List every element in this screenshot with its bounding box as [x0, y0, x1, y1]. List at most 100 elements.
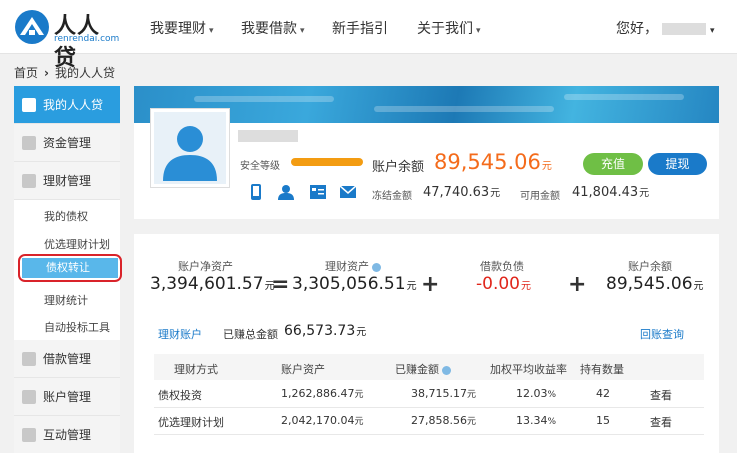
nav-about[interactable]: 关于我们 ▾: [417, 18, 481, 38]
sidebar: 我的人人贷 资金管理 理财管理 我的债权 优选理财计划 债权转让 理财统计 自动…: [14, 86, 122, 453]
finance-assets-label: 理财资产: [325, 258, 381, 274]
column-header: 已赚金额: [395, 361, 451, 377]
person-icon[interactable]: [278, 184, 294, 200]
bar-chart-icon: [22, 174, 36, 188]
chevron-down-icon: ▾: [300, 26, 305, 36]
column-header: 账户资产: [281, 363, 325, 376]
withdraw-button[interactable]: 提现: [648, 153, 707, 175]
bank-card-icon[interactable]: [310, 184, 326, 200]
table-cell: 27,858.56元: [411, 414, 476, 427]
plus-sign: +: [421, 272, 440, 297]
masked-username: [238, 130, 298, 142]
row-divider: [154, 407, 704, 408]
database-icon: [22, 136, 36, 150]
user-icon: [22, 390, 36, 404]
table-cell: 优选理财计划: [158, 416, 224, 429]
table-cell: 债权投资: [158, 389, 202, 402]
table-cell: 2,042,170.04元: [281, 414, 364, 427]
avatar[interactable]: [150, 108, 230, 188]
sidebar-item-label: 互动管理: [43, 428, 92, 442]
sidebar-item-account[interactable]: 账户管理: [14, 378, 120, 416]
calculator-icon: [22, 352, 36, 366]
sidebar-item-funds[interactable]: 资金管理: [14, 124, 120, 162]
info-icon[interactable]: [442, 365, 451, 375]
row-divider: [154, 434, 704, 435]
banner-wave: [374, 106, 554, 112]
nav-borrow[interactable]: 我要借款 ▾: [241, 18, 305, 38]
nav-about-label: 关于我们: [417, 21, 473, 37]
chevron-down-icon: ▾: [209, 26, 214, 36]
phone-icon[interactable]: [248, 184, 264, 200]
sidebar-item-label: 我的人人贷: [43, 98, 104, 112]
sidebar-item-loans[interactable]: 借款管理: [14, 340, 120, 378]
net-assets-label: 账户净资产: [178, 260, 233, 273]
banner-wave: [194, 96, 334, 102]
sidebar-item-label: 理财管理: [43, 174, 92, 188]
sidebar-sub-transfer[interactable]: 债权转让: [22, 258, 118, 278]
sidebar-item-finance[interactable]: 理财管理: [14, 162, 120, 200]
frozen-value: 47,740.63元: [423, 185, 501, 200]
info-icon[interactable]: [372, 262, 381, 272]
sidebar-item-label: 资金管理: [43, 136, 92, 150]
nav-invest-label: 我要理财: [150, 21, 206, 37]
account-balance-value: 89,545.06元: [606, 274, 704, 294]
nav-invest[interactable]: 我要理财 ▾: [150, 18, 214, 38]
default-avatar-icon: [163, 126, 217, 181]
view-link[interactable]: 查看: [650, 414, 672, 430]
top-nav-bar: 人人贷 renrendai.com 我要理财 ▾ 我要借款 ▾ 新手指引 关于我们 ▾…: [0, 0, 737, 71]
banner-wave: [564, 94, 684, 100]
sidebar-sub-my-claims[interactable]: 我的债权: [44, 208, 88, 224]
nav-guide[interactable]: 新手指引: [332, 18, 388, 38]
tab-finance-account[interactable]: 理财账户: [158, 326, 202, 342]
table-cell: 1,262,886.47元: [281, 387, 364, 400]
sidebar-sub-plan[interactable]: 优选理财计划: [44, 236, 110, 252]
breadcrumb-current: 我的人人贷: [54, 66, 115, 80]
frozen-label: 冻结金额: [372, 191, 412, 202]
recharge-button[interactable]: 充值: [583, 153, 643, 175]
chevron-down-icon: ▾: [476, 26, 481, 36]
net-assets-value: 3,394,601.57元: [150, 274, 275, 294]
sidebar-sub-auto-bid[interactable]: 自动投标工具: [44, 319, 110, 335]
sidebar-sub-transfer-highlight[interactable]: 债权转让: [18, 254, 122, 282]
home-icon: [22, 98, 36, 112]
available-label: 可用金额: [520, 191, 560, 202]
balance-label: 账户余额: [372, 160, 425, 175]
repayment-query-link[interactable]: 回账查询: [640, 326, 684, 342]
total-earned-label: 已赚总金额: [223, 328, 278, 341]
sidebar-item-my-renrendai[interactable]: 我的人人贷: [14, 86, 120, 124]
column-header: 理财方式: [174, 363, 218, 376]
table-cell: 42: [596, 387, 610, 400]
brand-domain: renrendai.com: [54, 34, 120, 44]
sidebar-item-interaction[interactable]: 互动管理: [14, 416, 120, 453]
security-level-bar: [291, 158, 363, 166]
finance-assets-value: 3,305,056.51元: [292, 274, 417, 294]
sidebar-item-label: 借款管理: [43, 352, 92, 366]
email-icon[interactable]: [340, 184, 356, 200]
column-header: 持有数量: [580, 363, 624, 376]
available-value: 41,804.43元: [572, 185, 650, 200]
user-greeting-menu[interactable]: 您好， ▾: [616, 18, 715, 38]
breadcrumb: 首页 › 我的人人贷: [14, 64, 115, 81]
sidebar-sub-stats[interactable]: 理财统计: [44, 292, 88, 308]
sidebar-item-label: 账户管理: [43, 390, 92, 404]
breadcrumb-home[interactable]: 首页: [14, 66, 38, 80]
table-cell: 38,715.17元: [411, 387, 476, 400]
nav-guide-label: 新手指引: [332, 21, 388, 37]
table-cell: 13.34%: [516, 414, 557, 427]
table-cell: 15: [596, 414, 610, 427]
nav-borrow-label: 我要借款: [241, 21, 297, 37]
loan-debt-label: 借款负债: [480, 260, 524, 273]
profile-card: 安全等级 账户余额 89,545.06元 充值 提现 冻结金额 47,740.6…: [134, 86, 719, 219]
renrendai-logo[interactable]: 人人贷 renrendai.com: [14, 8, 120, 71]
assets-panel: 账户净资产 3,394,601.57元 = 理财资产 3,305,056.51元…: [134, 234, 719, 453]
account-balance-label: 账户余额: [628, 260, 672, 273]
view-link[interactable]: 查看: [650, 387, 672, 403]
plus-sign: +: [568, 272, 587, 297]
security-level-label: 安全等级: [240, 161, 280, 172]
chevron-down-icon: ▾: [710, 26, 715, 36]
logo-icon: [15, 10, 49, 44]
refresh-icon: [22, 428, 36, 442]
loan-debt-value: -0.00元: [476, 274, 531, 294]
equals-sign: =: [271, 272, 290, 297]
chevron-right-icon: ›: [44, 66, 49, 80]
